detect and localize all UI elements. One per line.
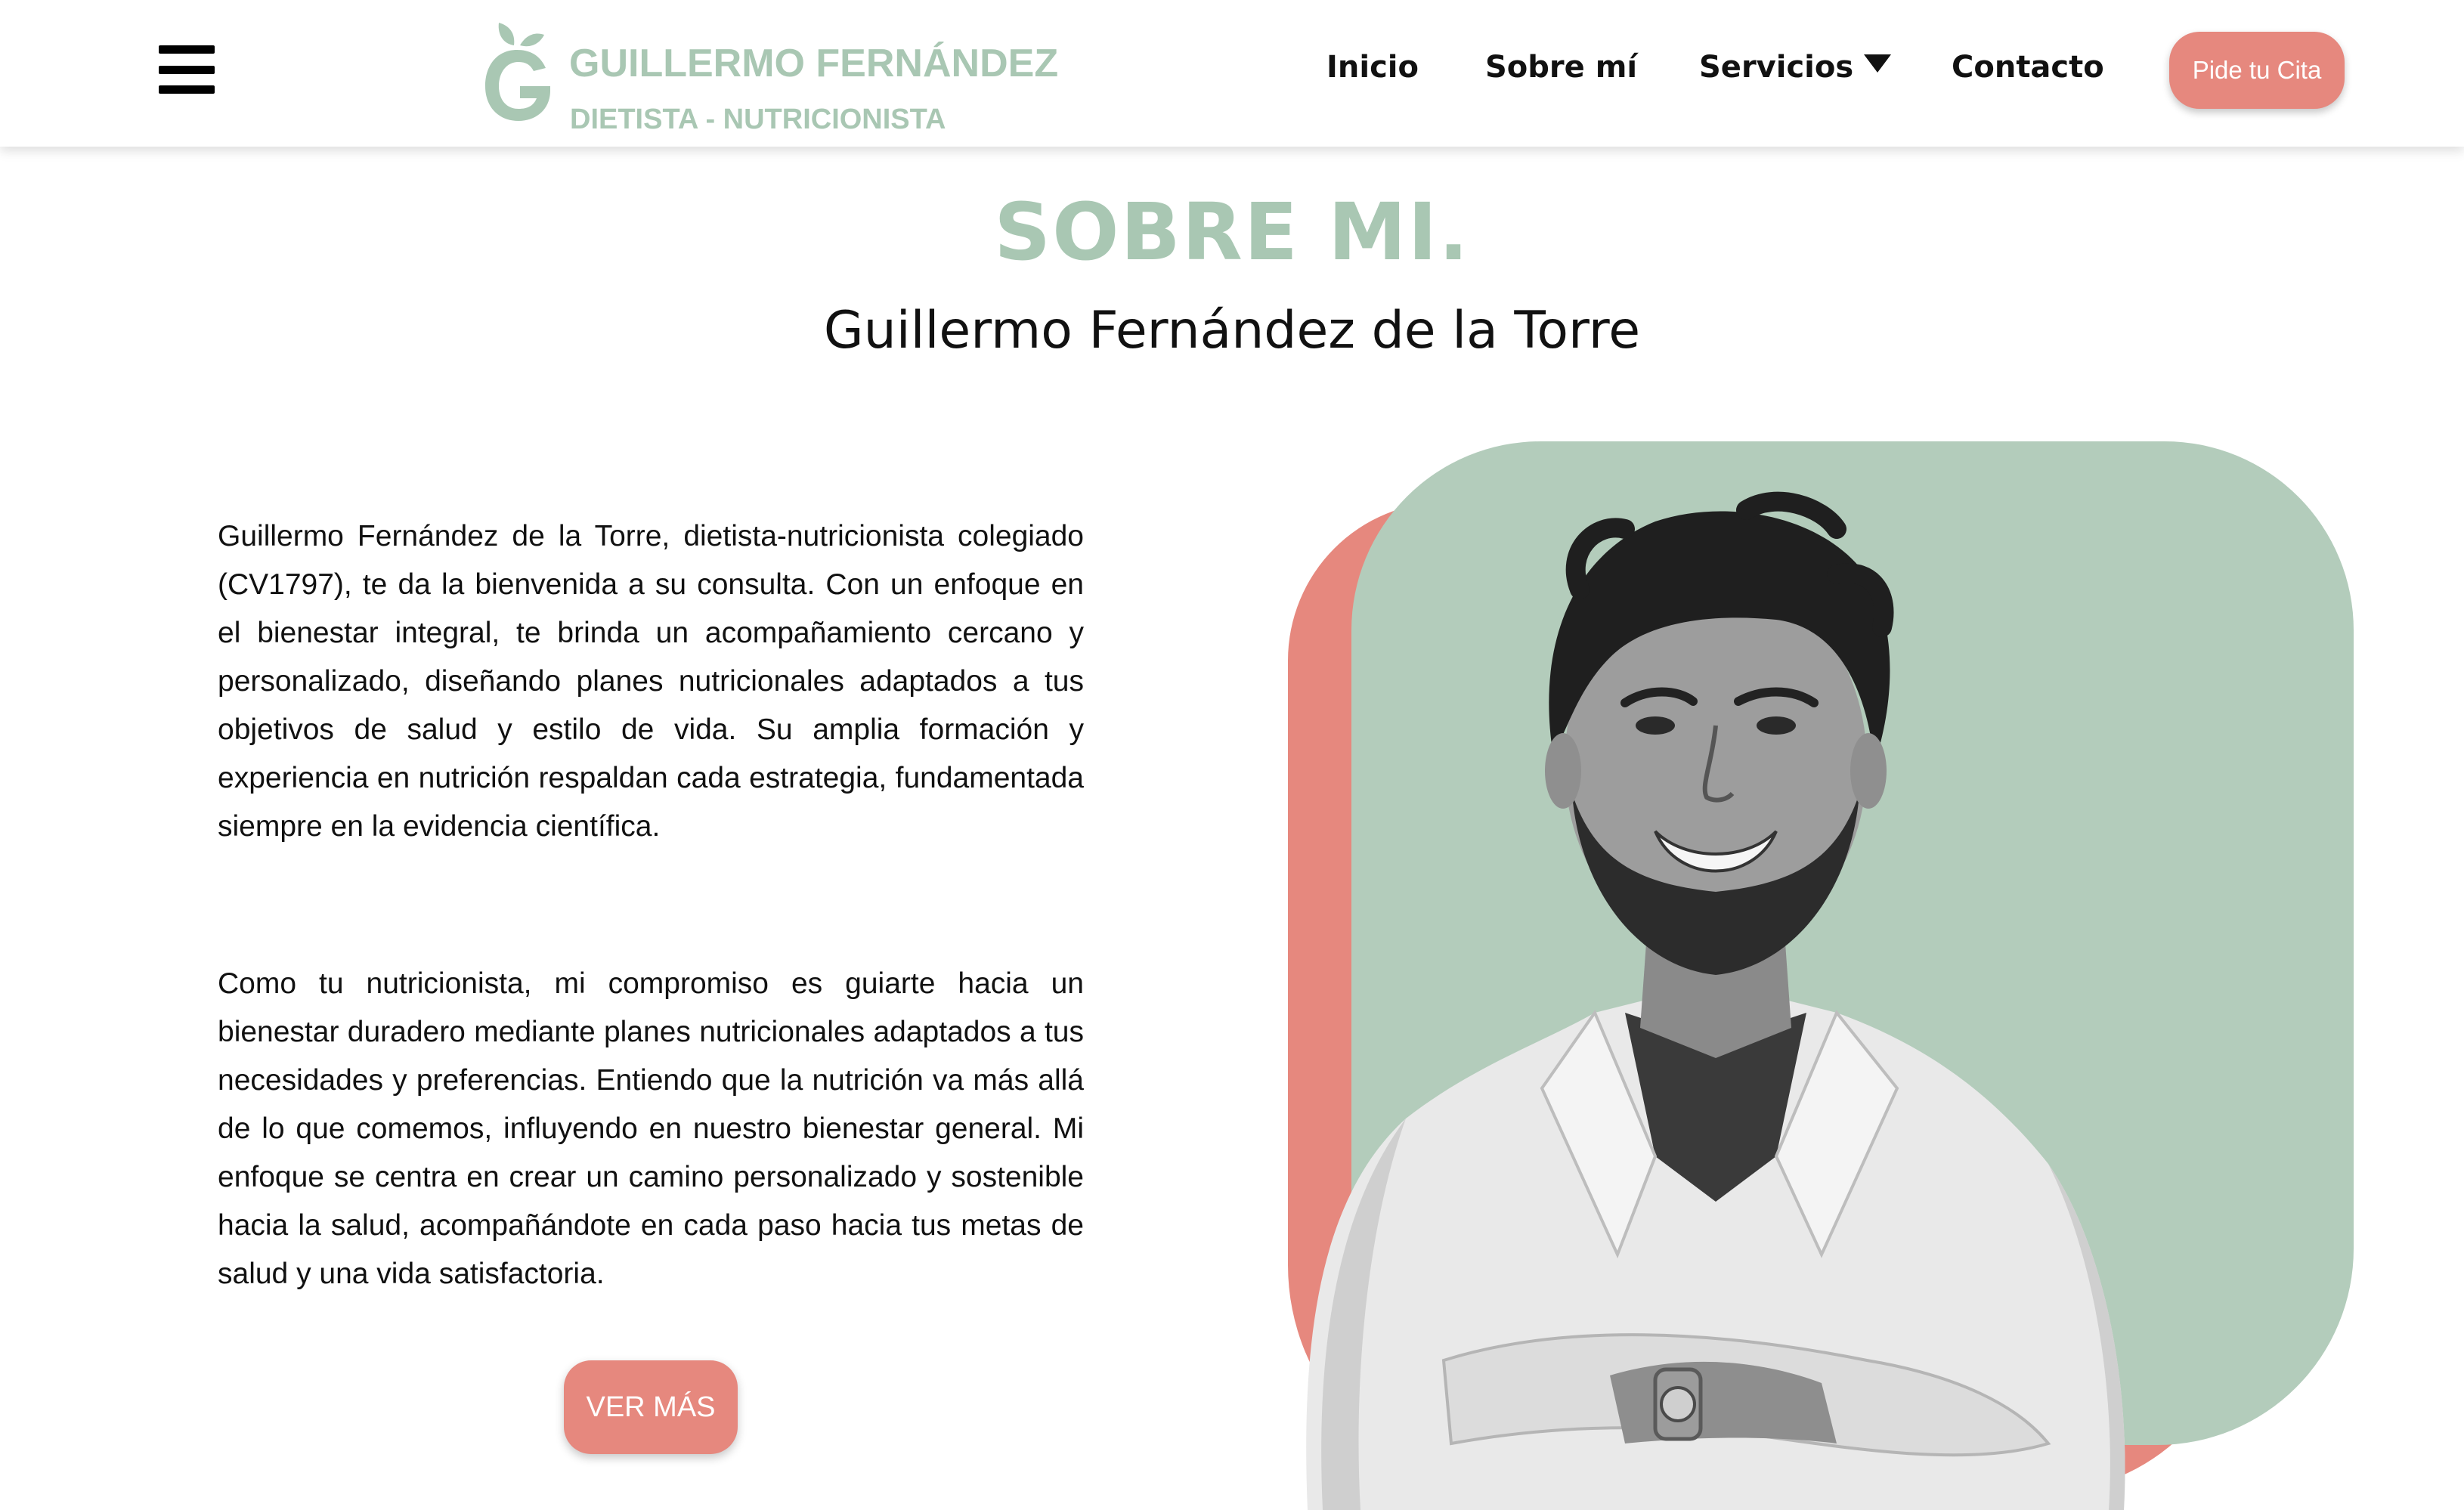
- logo-name: GUILLERMO FERNÁNDEZ: [569, 42, 1059, 85]
- site-logo[interactable]: GUILLERMO FERNÁNDEZ DIETISTA - NUTRICION…: [481, 18, 1059, 135]
- nav-item-label: Servicios: [1699, 50, 1854, 85]
- site-header: GUILLERMO FERNÁNDEZ DIETISTA - NUTRICION…: [0, 0, 2464, 147]
- hamburger-menu-icon[interactable]: [159, 45, 215, 94]
- nav-item-inicio[interactable]: Inicio: [1326, 50, 1419, 95]
- nav-item-sobre-mi[interactable]: Sobre mí: [1485, 50, 1637, 95]
- nav-item-contacto[interactable]: Contacto: [1952, 50, 2104, 95]
- nav-item-servicios[interactable]: Servicios: [1699, 50, 1892, 95]
- caret-down-icon: [1864, 54, 1892, 73]
- nav-item-label: Contacto: [1952, 50, 2104, 85]
- ver-mas-button[interactable]: VER MÁS: [564, 1360, 738, 1454]
- profile-photo-block: [1285, 438, 2358, 1510]
- section-title: SOBRE MI.: [994, 186, 1470, 278]
- about-paragraph-2: Como tu nutricionista, mi compromiso es …: [218, 967, 1084, 1290]
- book-appointment-button[interactable]: Pide tu Cita: [2169, 32, 2345, 109]
- nav-item-label: Inicio: [1326, 50, 1419, 85]
- logo-subtitle: DIETISTA - NUTRICIONISTA: [570, 104, 946, 135]
- about-paragraph-1: Guillermo Fernández de la Torre, dietist…: [218, 520, 1084, 843]
- apple-g-logo-icon: [485, 23, 550, 121]
- nutritionist-portrait: [1306, 491, 2125, 1510]
- section-subtitle: Guillermo Fernández de la Torre: [823, 301, 1641, 360]
- nav-item-label: Sobre mí: [1485, 50, 1638, 85]
